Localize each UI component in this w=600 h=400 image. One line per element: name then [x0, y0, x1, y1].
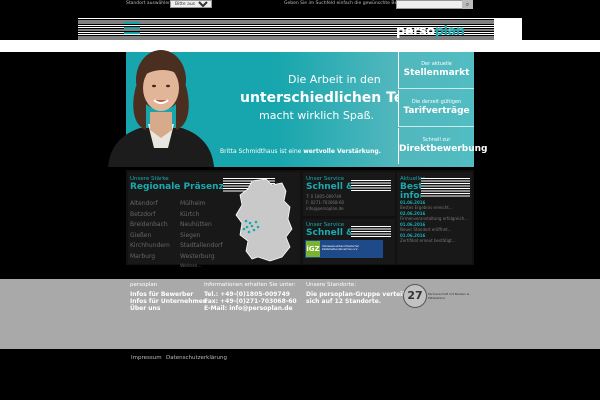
hero-line-2: unterschiedlichen Teams	[240, 90, 398, 106]
location-label: Standort auswählen:	[126, 1, 173, 6]
footer-col-persoplan: persoplan Infos für Bewerber Infos für U…	[130, 282, 208, 312]
location-select[interactable]: Bitte auswählen	[170, 0, 212, 8]
city-link[interactable]: Siegen	[180, 231, 223, 242]
city-link[interactable]: Kürtch	[180, 210, 223, 221]
more-link[interactable]: Weitere...	[180, 262, 223, 273]
footer: persoplan Infos für Bewerber Infos für U…	[0, 279, 600, 349]
footer-link[interactable]: Über uns	[130, 305, 207, 312]
city-link[interactable]: Kirchhundem	[130, 241, 170, 252]
city-link[interactable]: Betzdorf	[130, 210, 170, 221]
logo[interactable]: persoplan	[396, 24, 465, 39]
header-right-box	[494, 18, 522, 40]
city-link[interactable]: Neuhütten	[180, 220, 223, 231]
igz-badge[interactable]: iGZ Interessenverband Deutscher Zeitarbe…	[305, 240, 383, 258]
news-item[interactable]: Zertifikat erneut bestätigt...	[400, 238, 468, 243]
bottom-bar: Impressum Datenschutzerklärung	[0, 349, 600, 400]
city-link[interactable]: Stadtallendorf	[180, 241, 223, 252]
city-link[interactable]: Gießen	[130, 231, 170, 242]
quicklink-direktbewerbung[interactable]: Schnell zur Direktbewerbung	[398, 128, 488, 164]
regional-title: Regionale Präsenz	[130, 182, 224, 192]
news-item[interactable]: Firmenveranstaltung erfolgreich...	[400, 216, 468, 221]
news-panel: Aktuelles Bestens informiert 01.06.2016 …	[397, 172, 472, 264]
hero-line-1: Die Arbeit in den	[288, 73, 381, 86]
hero-line-3: macht wirklich Spaß.	[259, 109, 374, 122]
award-badge: 27	[403, 284, 427, 308]
top-bar: Standort auswählen: Bitte auswählen Gebe…	[0, 0, 600, 9]
search-button[interactable]: ⌕	[462, 0, 473, 9]
service-panel-contact: Unser Service Schnell & direkt T: 0 1805…	[303, 172, 395, 216]
datenschutz-link[interactable]: Datenschutzerklärung	[166, 355, 227, 361]
cities-left: Altendorf Betzdorf Breidenbach Gießen Ki…	[130, 199, 170, 262]
city-link[interactable]: Breidenbach	[130, 220, 170, 231]
footer-email-link[interactable]: E-Mail: info@persoplan.de	[204, 305, 297, 312]
footer-link[interactable]: Infos für Bewerber	[130, 291, 207, 298]
city-link[interactable]: Altendorf	[130, 199, 170, 210]
news-item[interactable]: Bestes Ergebnis erreicht...	[400, 205, 468, 210]
footer-col-locations: Unsere Standorte: Die persoplan-Gruppe v…	[306, 282, 408, 305]
footer-link[interactable]: Infos für Unternehmen	[130, 298, 207, 305]
regional-panel: Unsere Stärke Regionale Präsenz Altendor…	[128, 172, 300, 269]
impressum-link[interactable]: Impressum	[131, 355, 162, 361]
news-item[interactable]: Neuer Standort eröffnet...	[400, 227, 468, 232]
search-input[interactable]	[396, 0, 464, 9]
city-link[interactable]: Westerburg	[180, 252, 223, 263]
city-link[interactable]: Mülheim	[180, 199, 223, 210]
news-list: 01.06.2016 Bestes Ergebnis erreicht... 0…	[400, 200, 468, 243]
quicklink-tarifvertraege[interactable]: Die derzeit gültigen Tarifverträge	[398, 90, 474, 127]
email-link[interactable]: info@persoplan.de	[306, 206, 344, 211]
hero-caption: Britta Schmidthaus ist eine wertvolle Ve…	[220, 148, 381, 155]
white-band	[0, 40, 600, 52]
germany-map[interactable]	[232, 177, 298, 263]
quicklink-stellenmarkt[interactable]: Der aktuelle Stellenmarkt	[398, 52, 474, 89]
service-panel-igz: Unser Service Schnell & direkt iGZ Inter…	[303, 219, 395, 264]
woman-photo	[108, 50, 214, 167]
footer-col-contact: Informationen erhalten Sie unter: Tel.: …	[204, 282, 297, 312]
cities-right: Mülheim Kürtch Neuhütten Siegen Stadtall…	[180, 199, 223, 273]
search-icon: ⌕	[465, 1, 470, 8]
menu-icon[interactable]	[124, 22, 140, 36]
city-link[interactable]: Marburg	[130, 252, 170, 263]
